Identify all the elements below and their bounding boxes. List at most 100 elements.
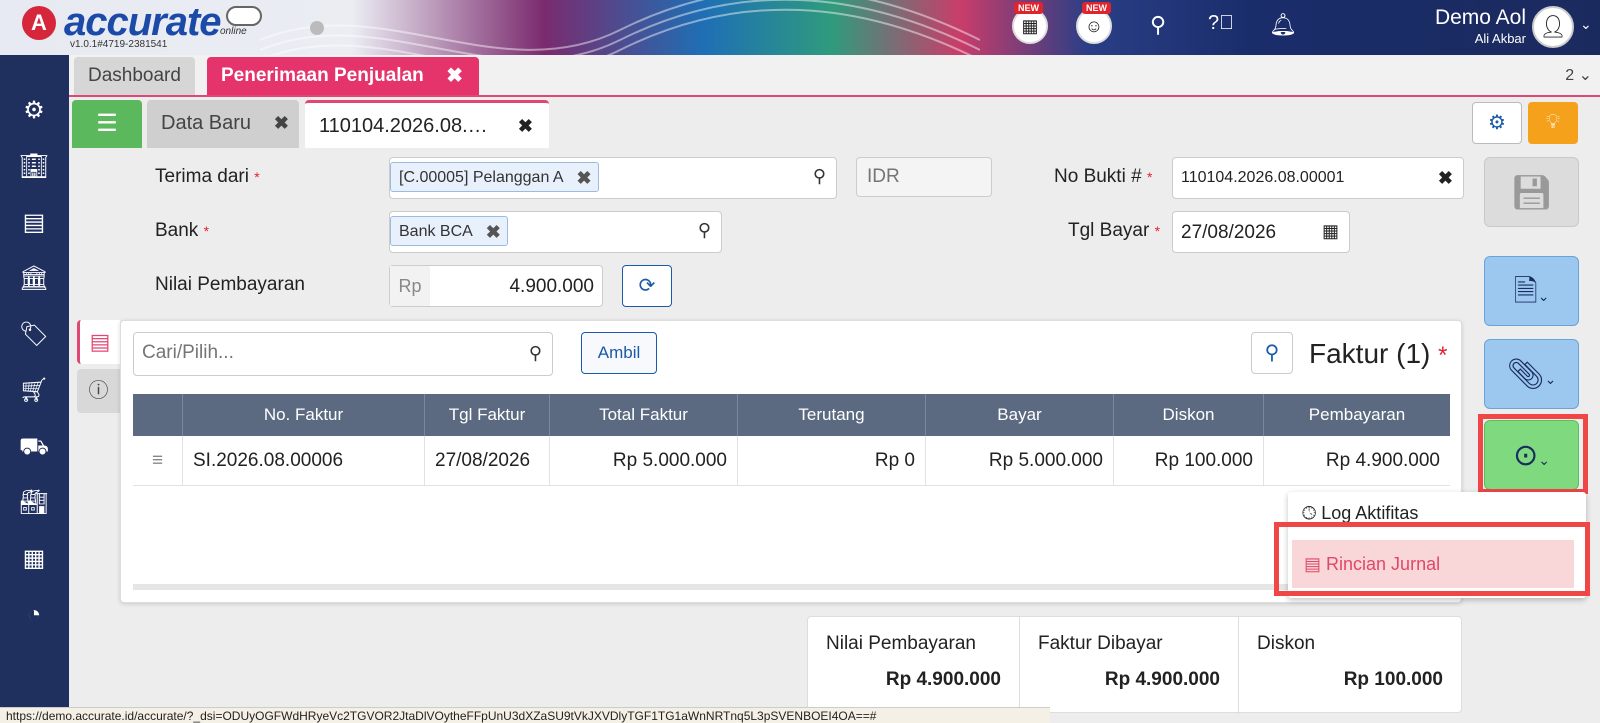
currency-input <box>857 158 987 196</box>
accurate-logo-icon: A <box>22 6 56 40</box>
invoice-search[interactable]: ⚲ <box>133 332 553 376</box>
customer-select[interactable]: [C.00005] Pelanggan A ✖ ⚲ <box>389 157 837 199</box>
info-tab[interactable]: ⓘ <box>77 369 120 413</box>
search-icon[interactable]: ⚲ <box>698 220 711 241</box>
invoice-detail-tab[interactable]: ▤ <box>77 320 120 364</box>
refresh-button[interactable]: ⟳ <box>622 265 672 307</box>
menu-item-log-aktifitas[interactable]: 🕓︎ Log Aktifitas <box>1302 503 1418 524</box>
tab-data-baru[interactable]: Data Baru ✖ <box>147 100 299 148</box>
bell-icon[interactable]: 🔔︎ <box>1268 12 1298 38</box>
factory-icon[interactable]: 🏭︎ <box>14 483 54 523</box>
terima-dari-label: Terima dari * <box>155 166 260 188</box>
remove-chip-icon[interactable]: ✖ <box>486 217 501 247</box>
ambil-button[interactable]: Ambil <box>581 332 657 374</box>
avatar[interactable]: 👤︎ <box>1532 6 1574 48</box>
tgl-bayar-value: 27/08/2026 <box>1181 222 1277 243</box>
sales-tag-icon[interactable]: 🏷︎ <box>14 315 54 355</box>
status-url: https://demo.accurate.id/accurate/?_dsi=… <box>0 707 1050 723</box>
highlight-box <box>1478 414 1588 494</box>
close-icon[interactable]: ✖ <box>274 100 289 146</box>
company-building-icon[interactable]: 🏢︎ <box>14 147 54 187</box>
chip-label: Bank BCA <box>399 223 473 240</box>
new-badge: NEW <box>1082 2 1111 14</box>
title-text: Faktur (1) <box>1309 338 1431 369</box>
no-bukti-label: No Bukti # * <box>1054 166 1152 188</box>
column-header[interactable]: Terutang <box>738 394 926 436</box>
info-icon: ⓘ <box>88 380 109 402</box>
column-header[interactable]: Total Faktur <box>550 394 738 436</box>
inventory-cart-icon[interactable]: ⛟ <box>14 427 54 467</box>
summary-label: Diskon <box>1257 633 1316 654</box>
tgl-bayar-field[interactable]: 27/08/2026 ▦ <box>1172 211 1350 253</box>
remove-chip-icon[interactable]: ✖ <box>576 163 591 193</box>
tab-dashboard[interactable]: Dashboard <box>74 57 195 95</box>
tips-button[interactable]: 💡︎ <box>1528 102 1578 144</box>
user-name[interactable]: Demo Aol <box>1435 6 1526 30</box>
report-chart-icon[interactable]: ◔ <box>14 595 54 635</box>
chevron-down-icon[interactable]: ⌄ <box>1580 16 1592 33</box>
no-bukti-value: 110104.2026.08.00001 <box>1181 169 1345 186</box>
drag-handle-icon[interactable]: ≡ <box>133 436 183 486</box>
tab-label: 110104.2026.08.… <box>319 115 488 137</box>
summary-label: Nilai Pembayaran <box>826 633 976 654</box>
selected-customer-chip: [C.00005] Pelanggan A ✖ <box>390 162 599 192</box>
column-header[interactable]: Pembayaran <box>1264 394 1450 436</box>
bank-select[interactable]: Bank BCA ✖ ⚲ <box>389 211 722 253</box>
save-button[interactable]: 💾︎ <box>1484 157 1579 227</box>
column-header[interactable]: Tgl Faktur <box>425 394 550 436</box>
required-mark: * <box>1438 342 1448 369</box>
table-cell: 27/08/2026 <box>425 436 550 486</box>
table-row[interactable]: ≡ SI.2026.08.00006 27/08/2026 Rp 5.000.0… <box>133 436 1450 486</box>
search-icon[interactable]: ⚲ <box>1143 12 1173 38</box>
close-icon[interactable]: ✖ <box>446 57 463 95</box>
payment-summary: Nilai Pembayaran Rp 4.900.000 Faktur Dib… <box>807 616 1462 714</box>
help-icon[interactable]: ?⃝ <box>1206 12 1236 35</box>
column-header[interactable]: Bayar <box>926 394 1114 436</box>
save-icon: 💾︎ <box>1509 174 1554 212</box>
ledger-book-icon[interactable]: ▤ <box>14 203 54 243</box>
calendar-icon[interactable]: ▦ <box>1322 221 1339 242</box>
tab-count-dropdown[interactable]: 2 ⌄ <box>1565 65 1592 85</box>
column-header[interactable]: No. Faktur <box>183 394 425 436</box>
user-subname: Ali Akbar <box>1474 31 1526 46</box>
faktur-title: Faktur (1) * <box>1309 338 1447 370</box>
search-icon[interactable]: ⚲ <box>813 166 826 187</box>
required-mark: * <box>1146 169 1153 185</box>
table-cell: Rp 5.000.000 <box>550 436 738 486</box>
bank-icon[interactable]: 🏛︎ <box>14 259 54 299</box>
nilai-pembayaran-field[interactable]: Rp 4.900.000 <box>389 265 603 307</box>
summary-value: Rp 4.900.000 <box>1104 669 1220 690</box>
table-scrollbar[interactable] <box>133 584 1450 590</box>
clear-icon[interactable]: ✖ <box>1438 168 1453 189</box>
search-icon: ⚲ <box>1264 342 1280 364</box>
tax-document-icon[interactable]: ▦ <box>14 539 54 579</box>
close-icon[interactable]: ✖ <box>518 103 533 149</box>
history-icon: 🕓︎ <box>1302 503 1317 523</box>
document-icon: ▤ <box>89 329 111 354</box>
purchase-cart-icon[interactable]: 🛒︎ <box>14 371 54 411</box>
tab-label: Data Baru <box>161 112 252 134</box>
required-mark: * <box>1154 223 1161 239</box>
no-bukti-field[interactable]: 110104.2026.08.00001 ✖ <box>1172 157 1464 199</box>
label-text: No Bukti # <box>1054 166 1142 187</box>
faktur-search-button[interactable]: ⚲ <box>1251 332 1293 374</box>
table-cell: Rp 4.900.000 <box>1325 450 1440 471</box>
label-text: Terima dari <box>155 166 249 187</box>
search-icon[interactable]: ⚲ <box>529 343 542 364</box>
currency-field <box>856 157 992 197</box>
settings-gear-icon[interactable]: ⚙ <box>14 91 54 131</box>
attachment-button[interactable]: 📎︎⌄ <box>1484 339 1579 409</box>
print-document-button[interactable]: 🗎⌄ <box>1484 256 1579 326</box>
tab-label: Penerimaan Penjualan <box>221 65 424 86</box>
new-badge: NEW <box>1014 2 1043 14</box>
tab-document[interactable]: 110104.2026.08.… ✖ <box>305 100 549 148</box>
form-settings-button[interactable]: ⚙ <box>1472 102 1522 144</box>
invoice-search-input[interactable] <box>134 333 504 373</box>
nilai-pembayaran-label: Nilai Pembayaran <box>155 274 305 295</box>
invoice-table-header: No. Faktur Tgl Faktur Total Faktur Terut… <box>133 394 1450 436</box>
chevron-down-icon: ⌄ <box>1537 288 1550 304</box>
column-header[interactable]: Diskon <box>1114 394 1264 436</box>
list-view-button[interactable]: ☰ <box>72 100 142 148</box>
main-tab-strip: Dashboard Penerimaan Penjualan ✖ 2 ⌄ <box>69 55 1600 97</box>
tab-penerimaan-penjualan[interactable]: Penerimaan Penjualan ✖ <box>207 57 479 95</box>
